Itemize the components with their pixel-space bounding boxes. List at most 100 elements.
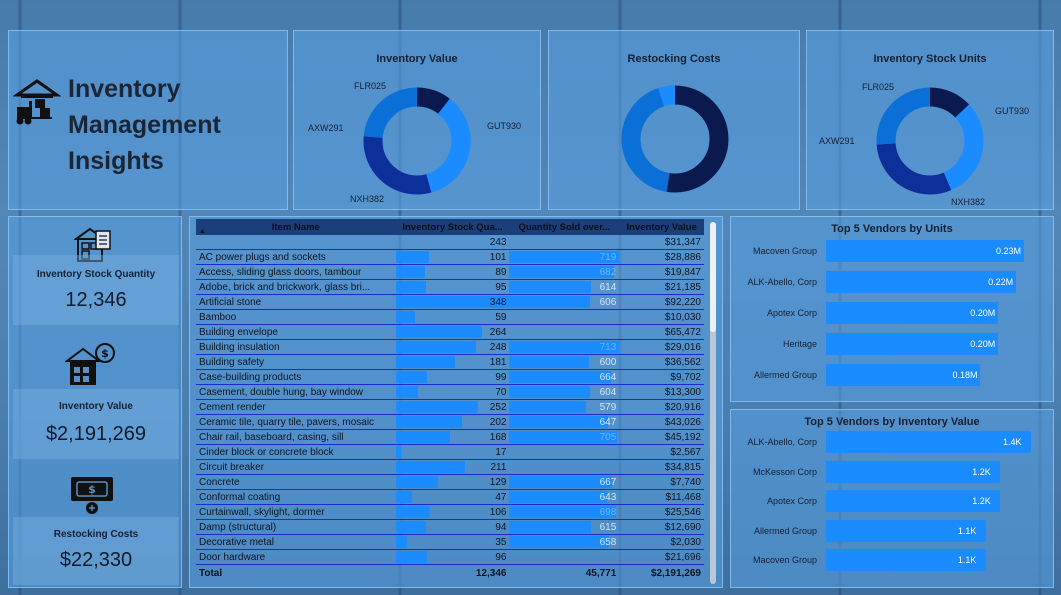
- vendor-bar[interactable]: [826, 240, 1024, 262]
- table-row[interactable]: Casement, double hung, bay window 70 604 $1…: [196, 384, 704, 400]
- cell-value: 96: [495, 551, 507, 563]
- cell-sold: 647: [509, 414, 620, 430]
- cell-sold: 600: [509, 354, 620, 370]
- cell-value: Access, sliding glass doors, tambour: [199, 266, 362, 278]
- scrollbar-thumb[interactable]: [710, 222, 716, 332]
- table-row[interactable]: Adobe, brick and brickwork, glass bri...…: [196, 279, 704, 295]
- cell-item-name: Building safety: [196, 354, 396, 370]
- cell-sold: 604: [509, 384, 620, 400]
- total-value: $2,191,269: [650, 567, 701, 579]
- cell-value: 89: [495, 266, 507, 278]
- table-row[interactable]: Bamboo 59 $10,030: [196, 309, 704, 325]
- cell-value: 606: [599, 296, 617, 308]
- cell-bar: [395, 401, 478, 413]
- table-row[interactable]: Circuit breaker 211 $34,815: [196, 459, 704, 475]
- vendor-name: Apotex Corp: [766, 496, 817, 506]
- cell-value: 600: [599, 356, 617, 368]
- chart-title: Top 5 Vendors by Inventory Value: [804, 416, 980, 428]
- inventory-units-donut[interactable]: [875, 86, 985, 196]
- cell-value: Bamboo: [199, 311, 237, 323]
- cash-icon: $: [71, 477, 113, 514]
- cell-value: 667: [599, 476, 617, 488]
- cell-item-name: Cinder block or concrete block: [196, 444, 396, 460]
- table-row[interactable]: Cinder block or concrete block 17 $2,567: [196, 444, 704, 460]
- cell-value: $10,030: [664, 311, 701, 323]
- cell-item-name: Concrete: [196, 474, 396, 490]
- cell-value: $9,702: [670, 371, 701, 383]
- inventory-value-donut[interactable]: [362, 86, 472, 196]
- page-title: Inventory Management Insights: [68, 75, 221, 175]
- column-header-sold[interactable]: Quantity Sold over...: [509, 219, 620, 235]
- table-row[interactable]: Case-building products 99 664 $9,702: [196, 369, 704, 385]
- cell-bar: [395, 431, 451, 443]
- cell-value: $21,185: [664, 281, 701, 293]
- table-row[interactable]: Artificial stone 348 606 $92,220: [196, 294, 704, 310]
- table-row[interactable]: AC power plugs and sockets 101 719 $28,886: [196, 249, 704, 265]
- table-row[interactable]: Concrete 129 667 $7,740: [196, 474, 704, 490]
- table-row[interactable]: Conformal coating 47 643 $11,468: [196, 489, 704, 505]
- table-row[interactable]: Building safety 181 600 $36,562: [196, 354, 704, 370]
- column-header-stock[interactable]: Inventory Stock Qua...: [395, 219, 510, 235]
- items-table: Item Name ▲ Inventory Stock Qua... Quant…: [196, 219, 704, 581]
- cell-value-amount: $19,847: [619, 264, 704, 280]
- cell-item-name: Curtainwall, skylight, dormer: [196, 504, 396, 520]
- cell-value-amount: $43,026: [619, 414, 704, 430]
- table-row[interactable]: Chair rail, baseboard, casing, sill 168 70…: [196, 429, 704, 445]
- total-sold: 45,771: [585, 567, 617, 579]
- cell-value: 94: [495, 521, 507, 533]
- table-row[interactable]: 243 $31,347: [196, 235, 704, 250]
- cell-value: $45,192: [664, 431, 701, 443]
- donut-label-axw291: AXW291: [819, 136, 855, 146]
- kpi-card-restocking-costs: Restocking Costs $22,330: [13, 517, 179, 585]
- restocking-costs-donut[interactable]: [619, 83, 731, 195]
- cell-value: 35: [495, 536, 507, 548]
- cell-bar: [509, 536, 610, 548]
- column-header-value[interactable]: Inventory Value: [619, 219, 704, 235]
- cell-bar: [509, 386, 590, 398]
- table-row[interactable]: Building envelope 264 $65,472: [196, 324, 704, 340]
- table-row[interactable]: Building insulation 248 713 $29,016: [196, 339, 704, 355]
- column-header-item-name[interactable]: Item Name ▲: [196, 219, 396, 235]
- table-header-row: Item Name ▲ Inventory Stock Qua... Quant…: [196, 219, 704, 235]
- cell-value-amount: $13,300: [619, 384, 704, 400]
- cell-value: 181: [489, 356, 507, 368]
- table-row[interactable]: Cement render 252 579 $20,916: [196, 399, 704, 415]
- cell-value-amount: $28,886: [619, 249, 704, 265]
- cell-sold: 719: [509, 249, 620, 265]
- kpi-value: $22,330: [59, 549, 133, 571]
- cell-value: Circuit breaker: [199, 461, 265, 473]
- cell-stock: 243: [395, 235, 510, 250]
- vendor-name: ALK-Abello, Corp: [747, 437, 817, 447]
- table-row[interactable]: Access, sliding glass doors, tambour 89 68…: [196, 264, 704, 280]
- cell-sold: [509, 324, 620, 340]
- cell-value: $7,740: [670, 476, 701, 488]
- cell-value: 168: [489, 431, 507, 443]
- cell-sold: 667: [509, 474, 620, 490]
- table-row[interactable]: Ceramic tile, quarry tile, pavers, mosai…: [196, 414, 704, 430]
- cell-stock: 101: [395, 249, 510, 265]
- cell-value: 101: [489, 251, 507, 263]
- cell-value: 647: [599, 416, 617, 428]
- cell-item-name: Artificial stone: [196, 294, 396, 310]
- table-row[interactable]: Decorative metal 35 658 $2,030: [196, 534, 704, 550]
- cell-bar: [509, 491, 608, 503]
- table-row[interactable]: Curtainwall, skylight, dormer 106 698 $25,5…: [196, 504, 704, 520]
- cell-value: 664: [599, 371, 617, 383]
- table-row[interactable]: Damp (structural) 94 615 $12,690: [196, 519, 704, 535]
- cell-sold: 615: [509, 519, 620, 535]
- cell-bar: [395, 251, 429, 263]
- cell-bar: [509, 521, 591, 533]
- cell-value: 643: [599, 491, 617, 503]
- cell-sold: [509, 235, 620, 250]
- donut-label-flr025: FLR025: [354, 81, 387, 91]
- table-scrollbar[interactable]: [710, 222, 716, 584]
- cell-value: $25,546: [664, 506, 701, 518]
- kpi-label: Restocking Costs: [53, 529, 139, 540]
- cell-value: Concrete: [199, 476, 240, 488]
- cell-sold: 579: [509, 399, 620, 415]
- table-row[interactable]: Door hardware 96 $21,696: [196, 549, 704, 565]
- cell-value: AC power plugs and sockets: [199, 251, 326, 263]
- cell-value: 95: [495, 281, 507, 293]
- chart-title: Top 5 Vendors by Units: [831, 223, 953, 235]
- vendor-bar[interactable]: [826, 431, 1031, 453]
